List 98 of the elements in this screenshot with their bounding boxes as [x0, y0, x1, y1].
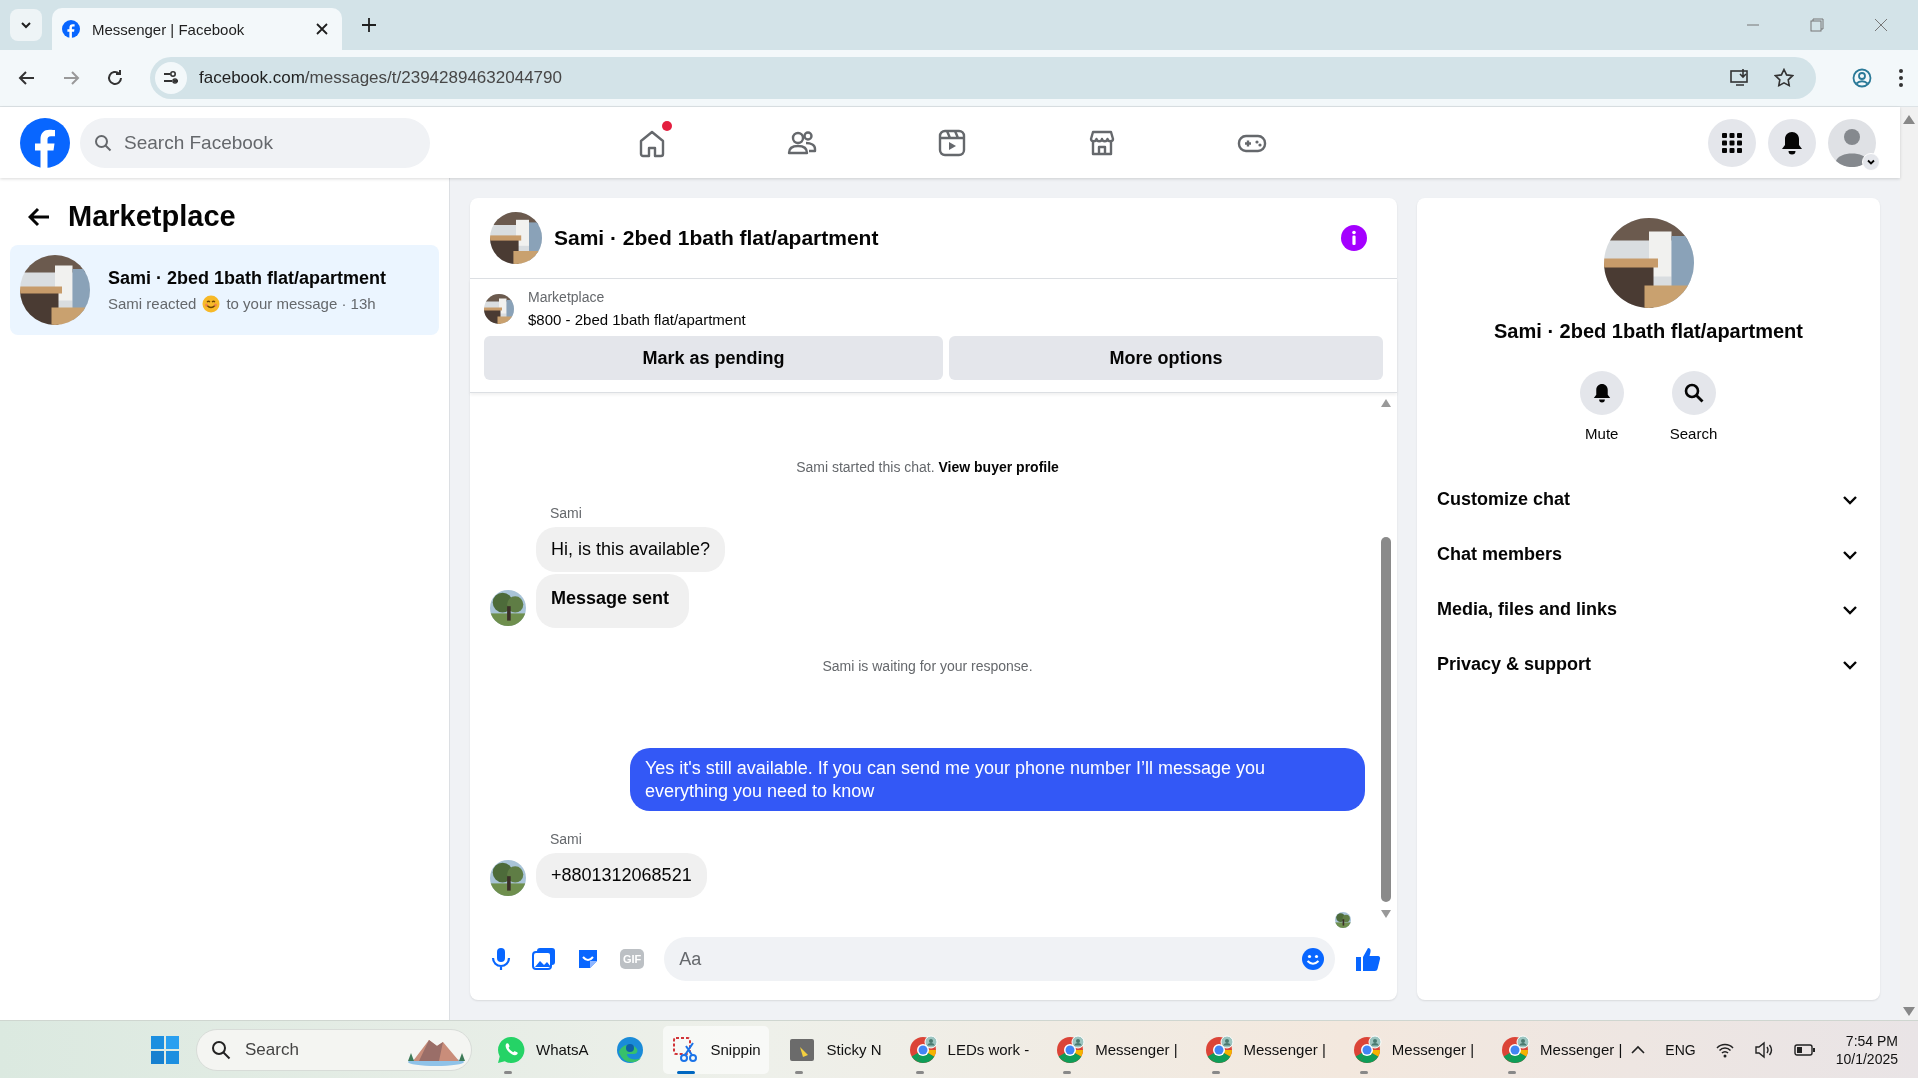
thumbs-up-icon[interactable]	[1355, 946, 1381, 972]
browser-tab[interactable]: Messenger | Facebook	[52, 8, 342, 50]
chevron-down-icon	[1842, 659, 1858, 670]
taskbar-app[interactable]: Messenger |	[1047, 1025, 1186, 1074]
browser-icon	[907, 1034, 938, 1065]
taskbar-search[interactable]: Search	[196, 1028, 472, 1071]
url-text: facebook.com/messages/t/23942894632044790	[199, 68, 562, 88]
tab-search-button[interactable]	[10, 9, 42, 41]
bell-icon	[1592, 383, 1611, 403]
back-arrow-icon[interactable]	[28, 206, 50, 227]
taskbar-app[interactable]: Messenger |	[1343, 1025, 1483, 1074]
search-icon	[1683, 383, 1704, 403]
chevron-down-icon	[1842, 494, 1858, 505]
view-profile-link[interactable]: View buyer profile	[938, 459, 1059, 475]
listing-action-button[interactable]: More options	[949, 336, 1383, 380]
forward-icon[interactable]	[62, 69, 80, 87]
browser-icon	[1203, 1034, 1234, 1065]
reload-icon[interactable]	[106, 69, 124, 87]
language-indicator[interactable]: ENG	[1665, 1041, 1696, 1058]
star-icon[interactable]	[1774, 68, 1794, 88]
listing-title[interactable]: $800 - 2bed 1bath flat/apartment	[528, 311, 746, 328]
preview-text: to your message · 13h	[226, 295, 376, 312]
mute-button[interactable]	[1579, 371, 1624, 415]
back-icon[interactable]	[18, 69, 36, 87]
action-label: Search	[1669, 425, 1718, 442]
taskbar-app[interactable]: Messenger |	[1492, 1025, 1631, 1074]
message-bubble: +8801312068521	[536, 853, 707, 898]
apps-menu-button[interactable]	[1708, 118, 1756, 167]
avatar-icon	[1828, 118, 1876, 167]
wifi-icon[interactable]	[1715, 1041, 1734, 1058]
scroll-down-icon[interactable]	[1381, 910, 1391, 918]
scrollbar-thumb[interactable]	[1381, 537, 1391, 902]
address-bar[interactable]: facebook.com/messages/t/23942894632044790	[150, 57, 1816, 99]
section-header[interactable]: Privacy & support	[1437, 637, 1860, 692]
volume-icon[interactable]	[1753, 1040, 1774, 1059]
message-bubble: Message sent	[536, 573, 690, 628]
swirl-icon	[614, 1034, 645, 1065]
sidebar-title: Marketplace	[68, 200, 236, 233]
emoji-icon[interactable]	[1301, 947, 1325, 971]
listing-action-button[interactable]: Mark as pending	[484, 336, 943, 380]
site-settings-icon[interactable]	[155, 62, 187, 94]
scrollbar[interactable]	[1900, 107, 1918, 1020]
message-bubble: Yes it's still available. If you can send me your phone number I’ll message you everything you need to know	[630, 748, 1365, 811]
microphone-icon[interactable]	[490, 947, 512, 971]
menu-icon[interactable]	[1898, 68, 1904, 88]
chevron-up-icon[interactable]	[1631, 1044, 1646, 1055]
facebook-logo[interactable]	[20, 117, 70, 168]
start-icon[interactable]	[150, 1034, 180, 1065]
close-icon[interactable]	[316, 23, 328, 35]
chat-name: Sami · 2bed 1bath flat/apartment	[1494, 320, 1803, 343]
section-header[interactable]: Customize chat	[1437, 472, 1860, 527]
action-label: Mute	[1585, 425, 1619, 442]
bell-icon	[1781, 130, 1803, 155]
info-icon[interactable]	[1341, 225, 1367, 251]
preview-text: Sami reacted	[108, 295, 197, 312]
image-icon[interactable]	[532, 947, 556, 971]
account-button[interactable]	[1828, 118, 1876, 167]
listing-label: Marketplace	[528, 289, 606, 305]
scroll-up-icon[interactable]	[1903, 115, 1915, 124]
clock[interactable]: 7:54 PM 10/1/2025	[1835, 1032, 1898, 1067]
browser-icon	[1055, 1034, 1086, 1065]
search-field[interactable]: Search Facebook	[80, 117, 430, 168]
plus-icon[interactable]	[362, 18, 376, 32]
system-message: Sami started this chat. View buyer profile	[796, 459, 1059, 475]
chevron-down-icon	[1842, 604, 1858, 615]
search-icon	[211, 1039, 231, 1060]
facebook-icon	[62, 20, 80, 38]
grid-icon	[1721, 131, 1743, 154]
browser-icon	[1351, 1034, 1382, 1065]
install-app-icon[interactable]	[1730, 69, 1750, 87]
section-header[interactable]: Media, files and links	[1437, 582, 1860, 637]
message-bubble: Hi, is this available?	[536, 527, 726, 572]
conversation-title: Sami · 2bed 1bath flat/apartment	[108, 267, 387, 289]
taskbar-app[interactable]: Snippin	[662, 1025, 769, 1074]
section-header[interactable]: Chat members	[1437, 527, 1860, 582]
chevron-down-icon	[1842, 549, 1858, 560]
chat-bubble-icon	[496, 1034, 526, 1065]
scroll-down-icon[interactable]	[1903, 1007, 1915, 1016]
message-field[interactable]: Aa	[664, 937, 1335, 981]
taskbar-app[interactable]: Messenger |	[1195, 1025, 1334, 1074]
smiling-face-icon	[202, 294, 221, 313]
taskbar-app[interactable]: Sticky N	[778, 1025, 890, 1074]
taskbar-app[interactable]: LEDs work -	[899, 1025, 1038, 1074]
profile-icon[interactable]	[1852, 68, 1872, 88]
conversation-item[interactable]: Sami · 2bed 1bath flat/apartment Sami reacted to your message · 13h	[10, 245, 439, 335]
search-icon	[94, 133, 112, 152]
notifications-button[interactable]	[1768, 118, 1816, 167]
sender-name: Sami	[550, 831, 583, 847]
chat-title: Sami · 2bed 1bath flat/apartment	[554, 226, 879, 250]
sticker-icon[interactable]	[576, 947, 600, 971]
tab-title: Messenger | Facebook	[92, 20, 246, 38]
taskbar-app[interactable]: WhatsA	[488, 1025, 597, 1074]
scroll-up-icon[interactable]	[1381, 399, 1391, 407]
system-message: Sami is waiting for your response.	[822, 658, 1033, 674]
battery-icon[interactable]	[1793, 1042, 1816, 1057]
sender-name: Sami	[550, 505, 583, 521]
browser-icon	[1500, 1034, 1531, 1065]
search-button[interactable]	[1671, 371, 1716, 415]
